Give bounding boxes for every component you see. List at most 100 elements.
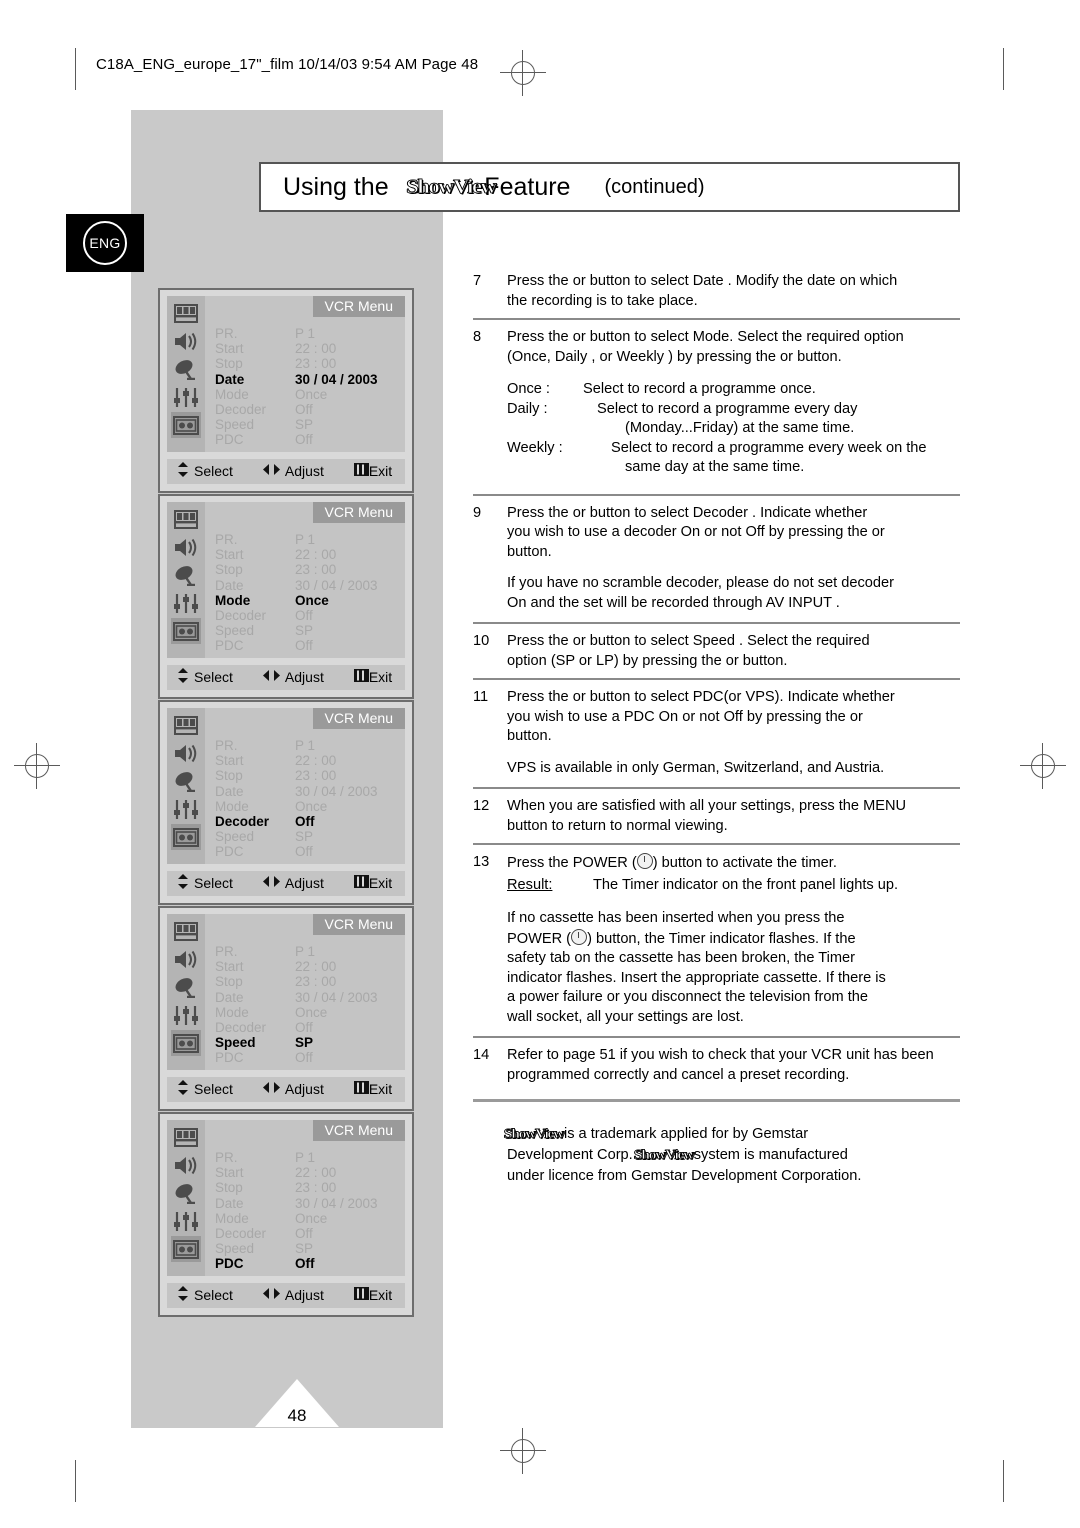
feature-icon[interactable] [171, 796, 201, 822]
vcr-menu-row[interactable]: Date 30 / 04 / 2003 [215, 372, 405, 387]
picture-icon[interactable] [171, 300, 201, 326]
vcr-icon[interactable] [171, 1030, 201, 1056]
vcr-menu-row[interactable]: PDC Off [215, 844, 405, 859]
vcr-menu-icon-rail [167, 708, 205, 864]
vcr-menu-row[interactable]: Speed SP [215, 417, 405, 432]
sound-icon[interactable] [171, 1152, 201, 1178]
sound-icon[interactable] [171, 328, 201, 354]
vcr-menu-row[interactable]: Decoder Off [215, 1226, 405, 1241]
vcr-menu-row-value: 22 : 00 [295, 341, 337, 357]
vcr-menu-row[interactable]: Date 30 / 04 / 2003 [215, 578, 405, 593]
vcr-menu-row[interactable]: PR. P 1 [215, 738, 405, 753]
vcr-icon[interactable] [171, 618, 201, 644]
vcr-menu-row[interactable]: Speed SP [215, 829, 405, 844]
channel-icon[interactable] [171, 974, 201, 1000]
feature-icon[interactable] [171, 384, 201, 410]
step-13-note-b-line: POWER () button, the Timer indicator fla… [507, 928, 960, 950]
step-7-line2: the recording is to take place. [507, 292, 698, 309]
vcr-menu-row[interactable]: PDC Off [215, 1050, 405, 1065]
vcr-menu-row[interactable]: Mode Once [215, 593, 405, 608]
vcr-menu-row[interactable]: Decoder Off [215, 608, 405, 623]
vcr-menu-row-value: SP [295, 829, 314, 845]
vcr-menu-row[interactable]: Mode Once [215, 1211, 405, 1226]
nav-select[interactable]: Select [177, 667, 233, 686]
trademark-line3: under licence from Gemstar Development C… [507, 1168, 862, 1184]
nav-exit[interactable]: Exit [353, 874, 392, 891]
vcr-menu-row[interactable]: Mode Once [215, 387, 405, 402]
channel-icon[interactable] [171, 768, 201, 794]
nav-exit[interactable]: Exit [353, 1080, 392, 1097]
vcr-menu-row-value: P 1 [295, 1150, 316, 1165]
vcr-menu-row[interactable]: PDC Off [215, 1256, 405, 1271]
divider [473, 493, 960, 496]
vcr-menu-row[interactable]: Speed SP [215, 1241, 405, 1256]
vcr-menu-row[interactable]: Stop 23 : 00 [215, 356, 405, 371]
feature-icon[interactable] [171, 1208, 201, 1234]
nav-select[interactable]: Select [177, 1285, 233, 1304]
vcr-menu-row[interactable]: Stop 23 : 00 [215, 1180, 405, 1195]
vcr-menu-row[interactable]: PDC Off [215, 432, 405, 447]
vcr-menu-row[interactable]: PR. P 1 [215, 1150, 405, 1165]
vcr-menu-row[interactable]: Decoder Off [215, 1020, 405, 1035]
vcr-menu-row[interactable]: Speed SP [215, 623, 405, 638]
vcr-menu-row[interactable]: PR. P 1 [215, 326, 405, 341]
channel-icon[interactable] [171, 1180, 201, 1206]
sound-icon[interactable] [171, 534, 201, 560]
vcr-icon[interactable] [171, 824, 201, 850]
vcr-menu-icon-rail [167, 914, 205, 1070]
vcr-menu-row[interactable]: PR. P 1 [215, 944, 405, 959]
picture-icon[interactable] [171, 1124, 201, 1150]
picture-icon[interactable] [171, 712, 201, 738]
nav-select[interactable]: Select [177, 873, 233, 892]
nav-adjust[interactable]: Adjust [262, 1081, 324, 1097]
vcr-icon[interactable] [171, 412, 201, 438]
vcr-menu-row[interactable]: Date 30 / 04 / 2003 [215, 990, 405, 1005]
nav-adjust[interactable]: Adjust [262, 463, 324, 479]
vcr-menu-navbar: Select Adjust Exit [167, 458, 405, 484]
step-13-line1-b: ) button to activate the timer. [652, 855, 837, 871]
vcr-menu-row[interactable]: PDC Off [215, 638, 405, 653]
picture-icon[interactable] [171, 918, 201, 944]
vcr-menu-row[interactable]: Date 30 / 04 / 2003 [215, 784, 405, 799]
showview-logo: ShowView [503, 1127, 564, 1143]
vcr-menu-row[interactable]: Decoder Off [215, 402, 405, 417]
vcr-menu-row[interactable]: Start 22 : 00 [215, 547, 405, 562]
vcr-menu-row[interactable]: Date 30 / 04 / 2003 [215, 1196, 405, 1211]
vcr-menu-row[interactable]: Mode Once [215, 799, 405, 814]
vcr-menu-row-label: Start [215, 547, 244, 563]
vcr-menu-row[interactable]: Stop 23 : 00 [215, 562, 405, 577]
vcr-menu-row[interactable]: Speed SP [215, 1035, 405, 1050]
feature-icon[interactable] [171, 590, 201, 616]
vcr-menu-row[interactable]: Start 22 : 00 [215, 753, 405, 768]
vcr-menu-row-value: SP [295, 1241, 314, 1257]
nav-exit[interactable]: Exit [353, 1286, 392, 1303]
feature-icon[interactable] [171, 1002, 201, 1028]
vcr-menu-row[interactable]: Start 22 : 00 [215, 341, 405, 356]
vcr-menu-row[interactable]: Start 22 : 00 [215, 959, 405, 974]
vcr-icon[interactable] [171, 1236, 201, 1262]
nav-select[interactable]: Select [177, 461, 233, 480]
step-13-result-value: The Timer indicator on the front panel l… [593, 876, 899, 893]
nav-adjust[interactable]: Adjust [262, 669, 324, 685]
vcr-menu-row[interactable]: Mode Once [215, 1005, 405, 1020]
nav-select[interactable]: Select [177, 1079, 233, 1098]
vcr-menu-row[interactable]: Stop 23 : 00 [215, 768, 405, 783]
vcr-menu-row[interactable]: Decoder Off [215, 814, 405, 829]
vcr-menu-row[interactable]: Stop 23 : 00 [215, 974, 405, 989]
step-13-result: Result: The Timer indicator on the front… [507, 876, 960, 896]
vcr-menu-row-value: 23 : 00 [295, 562, 337, 578]
nav-adjust[interactable]: Adjust [262, 875, 324, 891]
picture-icon[interactable] [171, 506, 201, 532]
vcr-menu-row[interactable]: PR. P 1 [215, 532, 405, 547]
vcr-menu-icon-rail [167, 1120, 205, 1276]
channel-icon[interactable] [171, 562, 201, 588]
vcr-menu-row-label: Speed [215, 417, 255, 433]
channel-icon[interactable] [171, 356, 201, 382]
nav-exit[interactable]: Exit [353, 462, 392, 479]
vcr-menu-row-value: Off [295, 1050, 313, 1066]
nav-adjust[interactable]: Adjust [262, 1287, 324, 1303]
vcr-menu-row[interactable]: Start 22 : 00 [215, 1165, 405, 1180]
sound-icon[interactable] [171, 740, 201, 766]
sound-icon[interactable] [171, 946, 201, 972]
nav-exit[interactable]: Exit [353, 668, 392, 685]
